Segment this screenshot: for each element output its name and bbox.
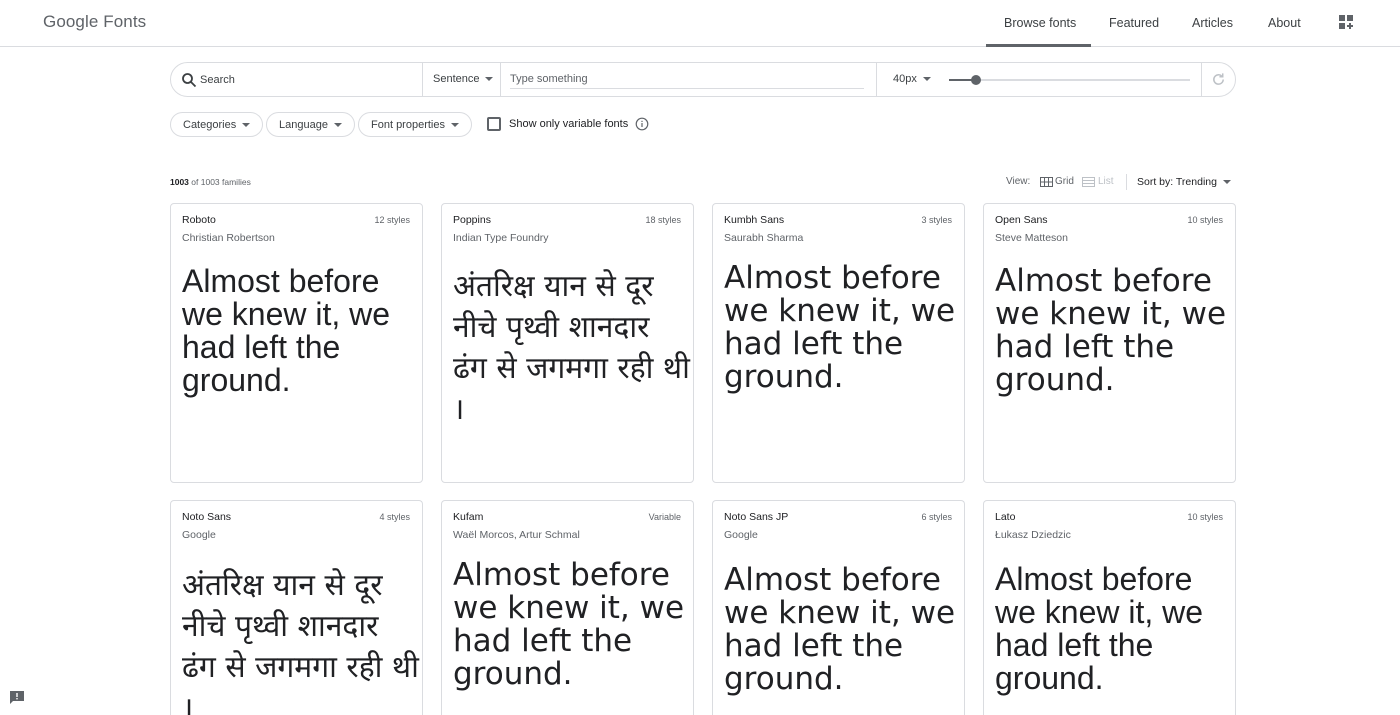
preview-mode-select[interactable]: Sentence: [433, 73, 494, 85]
font-size-slider-track[interactable]: [949, 79, 1190, 81]
font-style-count: 12 styles: [374, 215, 410, 225]
preview-mode-label: Sentence: [433, 73, 480, 85]
font-properties-filter[interactable]: Font properties: [358, 112, 472, 137]
feedback-icon[interactable]: [9, 690, 25, 705]
font-designer: Indian Type Foundry: [453, 232, 549, 244]
font-sample-text: Almost before we knew it, we had left th…: [453, 557, 685, 692]
info-icon[interactable]: [635, 117, 649, 131]
font-designer: Waël Morcos, Artur Schmal: [453, 529, 580, 541]
font-family-name: Kumbh Sans: [724, 214, 785, 226]
font-card[interactable]: Kufam Variable Waël Morcos, Artur Schmal…: [441, 500, 694, 715]
result-count-shown: 1003: [170, 177, 189, 187]
font-sample-text: अंतरिक्ष यान से दूर नीचे पृथ्वी शानदार ढ…: [182, 568, 419, 715]
nav-about[interactable]: About: [1268, 16, 1301, 30]
view-label: View:: [1006, 176, 1031, 187]
font-family-name: Roboto: [182, 214, 216, 226]
apps-add-icon[interactable]: [1338, 14, 1354, 30]
sort-divider: [1126, 174, 1127, 190]
font-card[interactable]: Noto Sans 4 styles Google अंतरिक्ष यान स…: [170, 500, 423, 715]
chevron-down-icon: [333, 123, 342, 128]
list-view-button[interactable]: List: [1098, 176, 1114, 187]
logo-google-text: Google: [43, 12, 99, 31]
font-properties-label: Font properties: [371, 119, 445, 131]
list-view-icon[interactable]: [1082, 177, 1095, 187]
logo-fonts-text: Fonts: [103, 12, 147, 31]
sort-label: Sort by: Trending: [1137, 176, 1217, 188]
preview-text-input[interactable]: Type something: [510, 73, 864, 89]
font-style-count: 3 styles: [921, 215, 952, 225]
font-size-select[interactable]: 40px: [893, 73, 931, 85]
grid-view-icon[interactable]: [1040, 177, 1053, 187]
google-fonts-logo[interactable]: Google Fonts: [43, 12, 146, 32]
grid-view-button[interactable]: Grid: [1055, 176, 1074, 187]
font-family-name: Noto Sans JP: [724, 511, 789, 523]
nav-browse-fonts[interactable]: Browse fonts: [1004, 16, 1076, 30]
chevron-down-icon: [922, 77, 931, 82]
font-sample-text: Almost before we knew it, we had left th…: [995, 561, 1204, 696]
font-sample-text: Almost before we knew it, we had left th…: [995, 263, 1227, 398]
font-style-count: 4 styles: [379, 512, 410, 522]
font-card[interactable]: Noto Sans JP 6 styles Google Almost befo…: [712, 500, 965, 715]
font-designer: Christian Robertson: [182, 232, 275, 244]
font-designer: Google: [724, 529, 758, 541]
search-toolbar: Search Sentence Type something 40px: [170, 62, 1236, 97]
chevron-down-icon: [450, 123, 459, 128]
search-input[interactable]: Search: [200, 74, 235, 86]
font-card[interactable]: Lato 10 styles Łukasz Dziedzic Almost be…: [983, 500, 1236, 715]
font-sample-text: Almost before we knew it, we had left th…: [724, 562, 956, 697]
font-style-count: 10 styles: [1187, 215, 1223, 225]
nav-active-indicator: [986, 44, 1091, 47]
font-family-name: Noto Sans: [182, 511, 232, 523]
font-style-count: Variable: [648, 512, 681, 522]
variable-fonts-checkbox[interactable]: [487, 117, 501, 131]
font-style-count: 18 styles: [645, 215, 681, 225]
toolbar-divider: [876, 63, 877, 96]
font-size-label: 40px: [893, 73, 917, 85]
categories-label: Categories: [183, 119, 237, 131]
font-designer: Google: [182, 529, 216, 541]
font-designer: Saurabh Sharma: [724, 232, 804, 244]
chevron-down-icon: [242, 123, 251, 128]
font-card[interactable]: Open Sans 10 styles Steve Matteson Almos…: [983, 203, 1236, 483]
language-label: Language: [279, 119, 328, 131]
sort-select[interactable]: Sort by: Trending: [1137, 176, 1231, 188]
font-sample-text: Almost before we knew it, we had left th…: [724, 260, 956, 395]
top-app-bar: Google Fonts Browse fonts Featured Artic…: [0, 0, 1400, 47]
font-family-name: Open Sans: [995, 214, 1048, 226]
toolbar-divider: [500, 63, 501, 96]
font-style-count: 6 styles: [921, 512, 952, 522]
font-style-count: 10 styles: [1187, 512, 1223, 522]
language-filter[interactable]: Language: [266, 112, 355, 137]
categories-filter[interactable]: Categories: [170, 112, 264, 137]
font-sample-text: Almost before we knew it, we had left th…: [182, 263, 391, 398]
chevron-down-icon: [485, 77, 494, 82]
result-count: 1003 of 1003 families: [170, 177, 251, 187]
font-family-name: Poppins: [453, 214, 491, 226]
font-designer: Steve Matteson: [995, 232, 1068, 244]
nav-featured[interactable]: Featured: [1109, 16, 1159, 30]
font-family-name: Kufam: [453, 511, 484, 523]
font-sample-text: अंतरिक्ष यान से दूर नीचे पृथ्वी शानदार ढ…: [453, 269, 690, 427]
result-count-total: of 1003 families: [188, 177, 251, 187]
variable-fonts-label[interactable]: Show only variable fonts: [509, 118, 628, 130]
font-card[interactable]: Kumbh Sans 3 styles Saurabh Sharma Almos…: [712, 203, 965, 483]
font-designer: Łukasz Dziedzic: [995, 529, 1071, 541]
search-icon: [182, 73, 197, 88]
font-card[interactable]: Poppins 18 styles Indian Type Foundry अं…: [441, 203, 694, 483]
font-card[interactable]: Roboto 12 styles Christian Robertson Alm…: [170, 203, 423, 483]
refresh-icon[interactable]: [1211, 72, 1226, 87]
toolbar-divider: [422, 63, 423, 96]
nav-articles[interactable]: Articles: [1192, 16, 1233, 30]
font-family-name: Lato: [995, 511, 1016, 523]
chevron-down-icon: [1222, 180, 1231, 185]
font-size-slider-thumb[interactable]: [970, 75, 981, 85]
toolbar-divider: [1201, 63, 1202, 96]
